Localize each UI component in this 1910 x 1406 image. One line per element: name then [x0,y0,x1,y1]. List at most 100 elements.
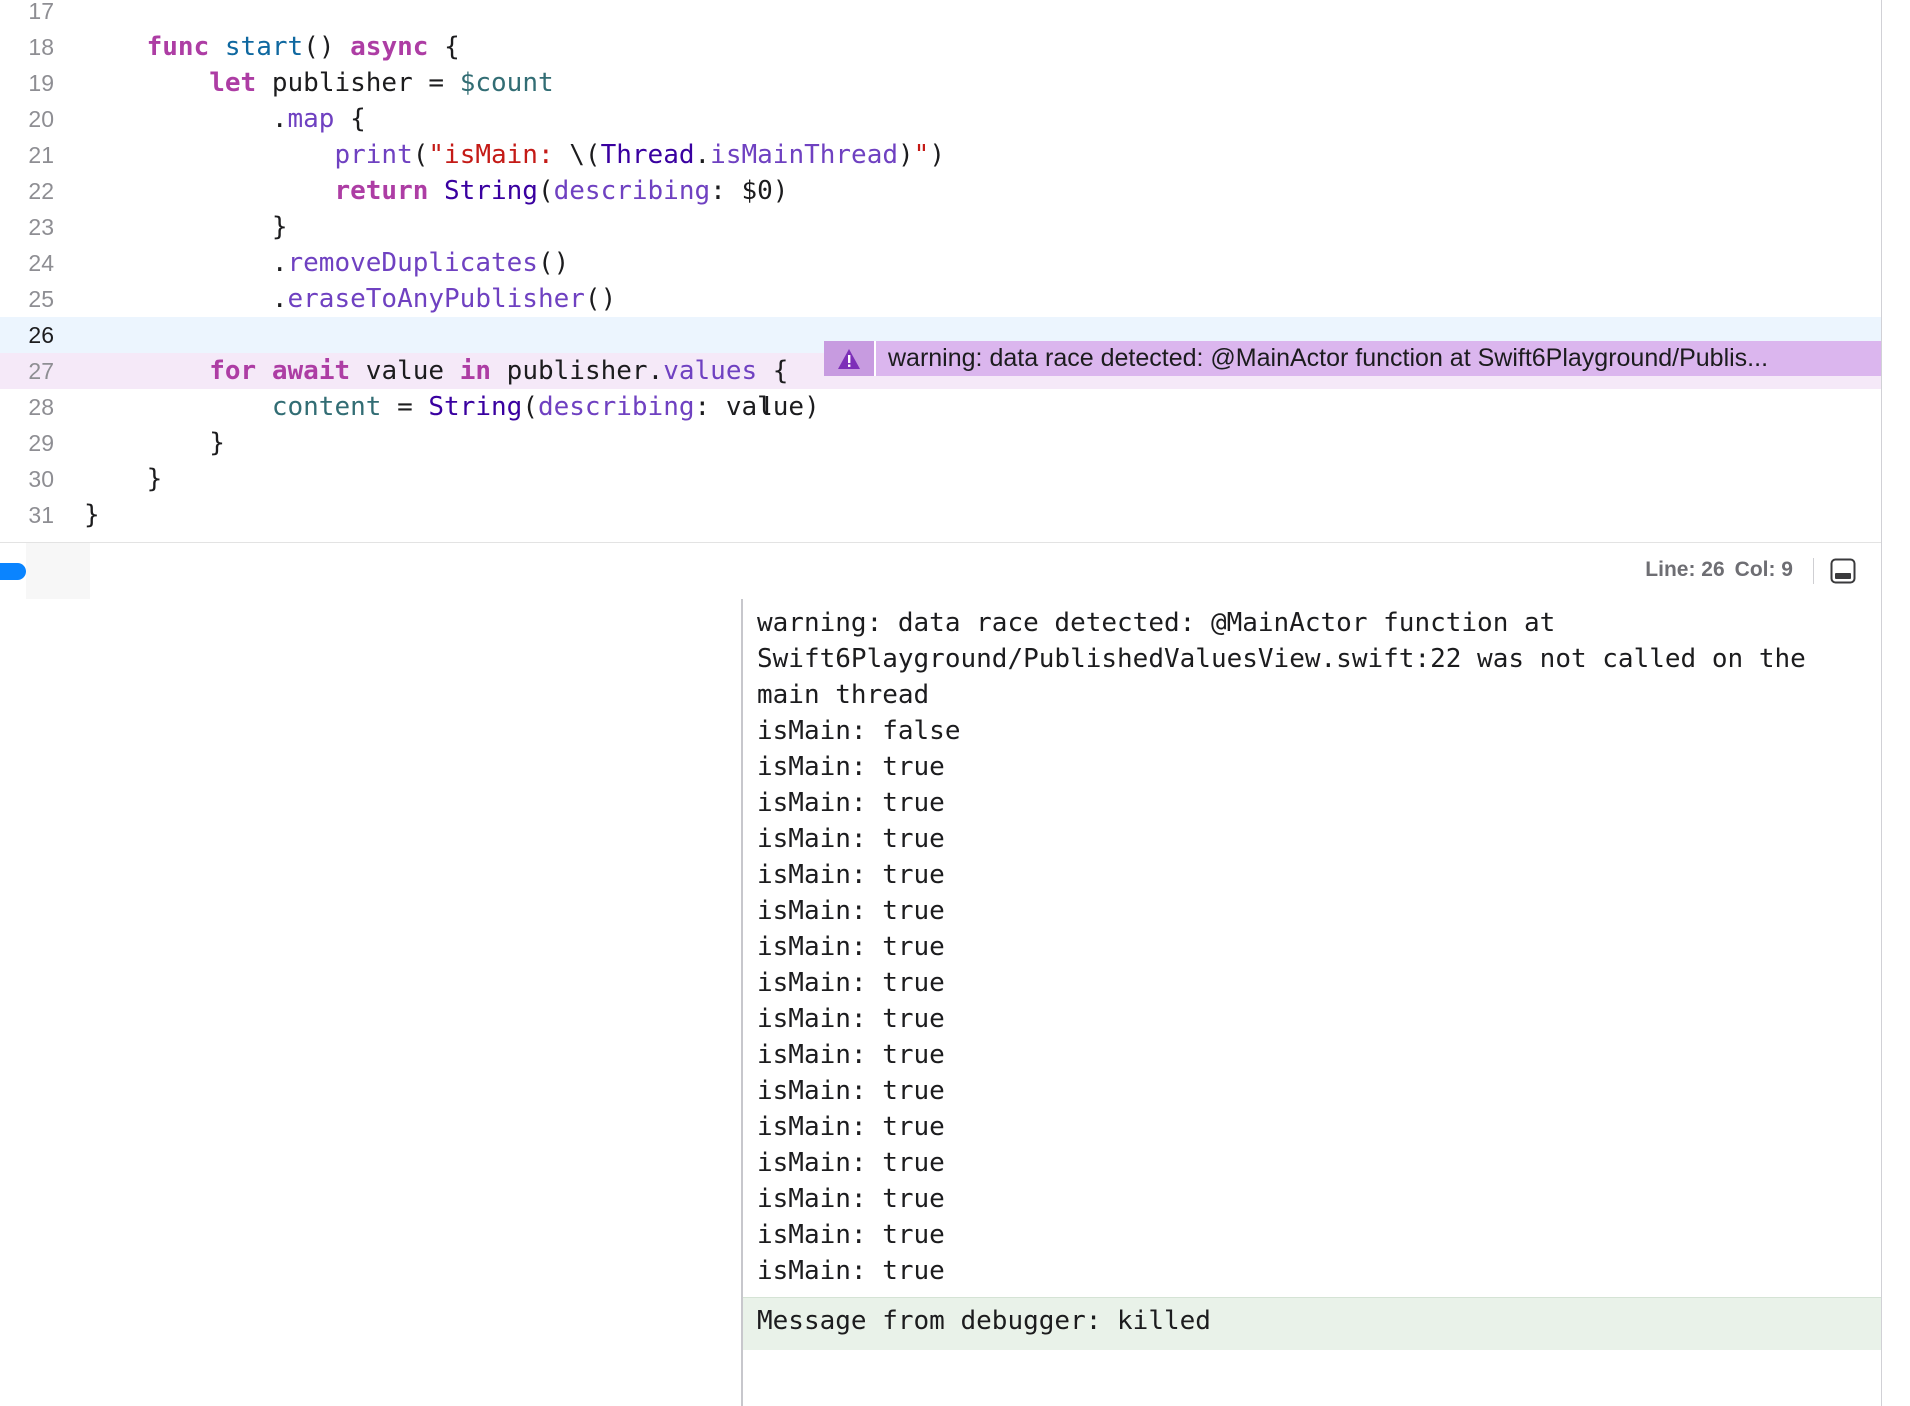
line-number[interactable]: 25 [0,281,54,317]
toggle-console-icon[interactable] [1830,558,1856,584]
code-line[interactable]: 29 } [0,425,1881,461]
code-token: { [757,356,789,386]
code-text[interactable]: func start() async { [84,29,460,65]
line-number[interactable]: 21 [0,137,54,173]
cursor-position[interactable]: Line: 26 Col: 9 [1635,558,1793,582]
code-line[interactable]: 24 .removeDuplicates() [0,245,1881,281]
code-token: eraseToAnyPublisher [287,284,585,314]
code-text[interactable]: } [84,425,225,461]
editor-status-bar: Line: 26 Col: 9 [0,542,1881,600]
code-line[interactable]: 17 [0,0,1881,29]
code-token: ) [929,140,945,170]
code-line[interactable]: 18 func start() async { [0,29,1881,65]
variables-view[interactable] [0,599,741,1406]
code-token: . [84,248,288,278]
code-line[interactable]: 21 print("isMain: \(Thread.isMainThread)… [0,137,1881,173]
line-number[interactable]: 17 [0,0,54,29]
code-token: in [459,356,492,386]
code-line[interactable]: 31} [0,497,1881,533]
code-line[interactable]: 19 let publisher = $count [0,65,1881,101]
code-text[interactable]: return String(describing: $0) [84,173,788,209]
code-text[interactable]: } [84,461,163,497]
line-number[interactable]: 19 [0,65,54,101]
code-text[interactable]: for await value in publisher.values { [84,353,788,389]
code-editor[interactable]: 17 18 func start() async {19 let publishe… [0,0,1881,542]
code-text[interactable]: let publisher = $count [84,65,554,101]
line-number[interactable]: 26 [0,317,54,353]
code-token: ( [537,176,554,206]
debug-console[interactable]: warning: data race detected: @MainActor … [743,599,1881,1406]
code-line[interactable]: 30 } [0,461,1881,497]
code-text[interactable]: .eraseToAnyPublisher() [84,281,616,317]
line-number[interactable]: 30 [0,461,54,497]
text-cursor-icon: I [763,392,771,422]
code-token: . [84,104,288,134]
code-text[interactable]: content = String(describing: value) [84,389,820,425]
debugger-message: Message from debugger: killed [757,1306,1211,1336]
code-line[interactable]: 22 return String(describing: $0) [0,173,1881,209]
code-line[interactable]: 28 content = String(describing: value) [0,389,1881,425]
line-number[interactable]: 22 [0,173,54,209]
code-token: values [663,356,758,386]
console-output: warning: data race detected: @MainActor … [757,608,1806,1286]
code-token: : $0) [710,176,789,206]
code-line[interactable]: 25 .eraseToAnyPublisher() [0,281,1881,317]
line-number[interactable]: 18 [0,29,54,65]
code-token: "isMain: [428,140,570,170]
code-text[interactable]: print("isMain: \(Thread.isMainThread)") [84,137,945,173]
code-token: async [350,32,429,62]
inline-warning-text: warning: data race detected: @MainActor … [888,344,1769,372]
code-text[interactable]: .removeDuplicates() [84,245,569,281]
code-text[interactable]: } [84,497,100,533]
line-number[interactable]: 32 [0,533,54,542]
line-number[interactable]: 23 [0,209,54,245]
code-token: " [913,140,930,170]
code-token: . [694,140,711,170]
line-number[interactable]: 24 [0,245,54,281]
code-token: () [303,32,351,62]
code-text[interactable]: } [84,209,288,245]
line-number[interactable]: 31 [0,497,54,533]
code-token: () [537,248,570,278]
code-text[interactable]: .map { [84,101,366,137]
line-number[interactable]: 27 [0,353,54,389]
code-token: = [381,392,429,422]
warning-triangle-icon [838,348,860,369]
code-line[interactable]: 20 .map { [0,101,1881,137]
code-token: String [444,176,538,206]
code-token: return [334,176,429,206]
code-token: } [84,212,288,242]
code-token: { [428,32,460,62]
code-token: { [334,104,366,134]
line-number[interactable]: 28 [0,389,54,425]
debug-session-indicator[interactable] [0,563,26,580]
line-number[interactable]: 29 [0,425,54,461]
warning-icon-box [824,341,876,376]
code-token: publisher = [256,68,460,98]
code-token: $count [459,68,554,98]
code-token: ( [522,392,538,422]
code-token: value [350,356,460,386]
code-token: . [84,284,288,314]
code-token: } [84,464,163,494]
code-token: func [146,32,210,62]
window-right-edge [1881,0,1910,1406]
code-line[interactable]: 23 } [0,209,1881,245]
debugger-message-banner: Message from debugger: killed [743,1297,1881,1350]
code-token: : value) [694,392,820,422]
code-token: content [271,392,382,422]
line-number[interactable]: 20 [0,101,54,137]
status-divider [1813,558,1814,584]
cursor-column: Col: 9 [1734,558,1793,581]
code-token: publisher. [491,356,664,386]
code-token: for [209,356,257,386]
code-line[interactable]: 32 [0,533,1881,542]
code-token: } [84,500,100,530]
inline-warning-annotation[interactable]: warning: data race detected: @MainActor … [824,341,1881,376]
